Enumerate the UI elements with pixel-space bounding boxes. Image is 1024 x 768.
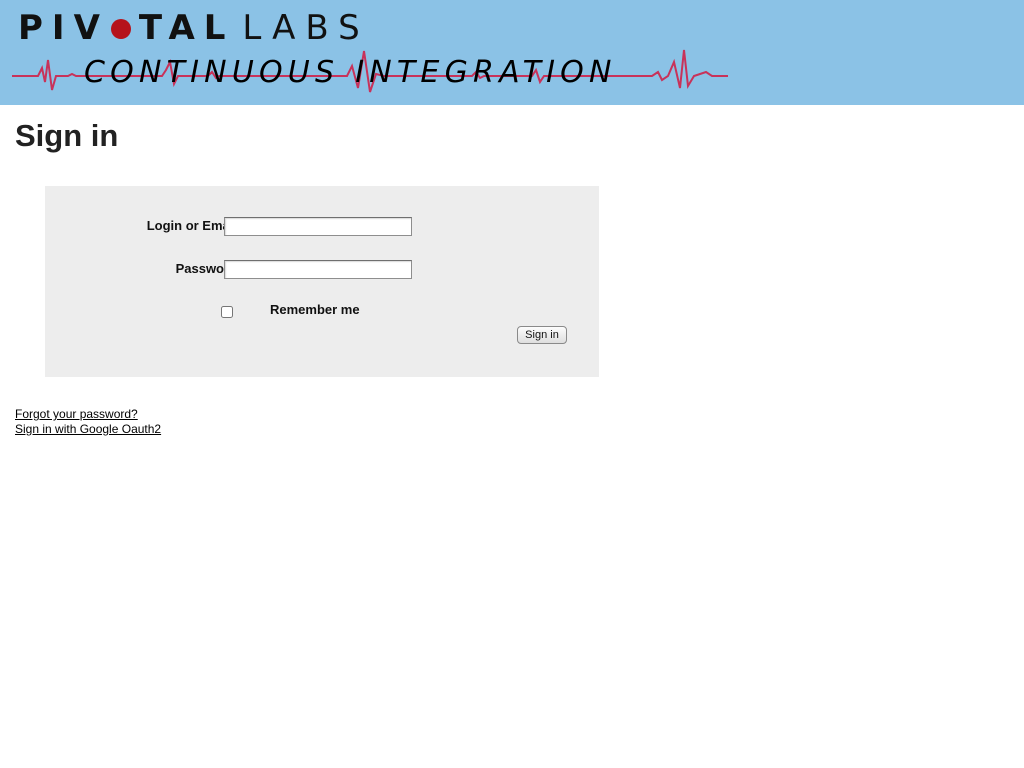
logo-dot-icon (110, 19, 131, 39)
remember-me-checkbox[interactable] (221, 306, 233, 318)
site-header: PIV TAL LABS CONTINUOUS INTEGRATION (0, 0, 1024, 105)
pivotal-labs-logo: PIV TAL LABS (18, 8, 370, 48)
remember-me-label: Remember me (270, 302, 360, 317)
password-label: Password (175, 261, 237, 276)
google-oauth-link[interactable]: Sign in with Google Oauth2 (15, 422, 161, 437)
login-label: Login or Email (146, 218, 237, 233)
continuous-integration-title: CONTINUOUS INTEGRATION (84, 55, 617, 90)
subtitle-word-continuous: CONTINUOUS (84, 55, 340, 90)
forgot-password-link[interactable]: Forgot your password? (15, 407, 161, 422)
logo-text-right: LABS (242, 8, 370, 48)
password-input[interactable] (224, 260, 412, 279)
page-title: Sign in (15, 118, 119, 153)
login-email-input[interactable] (224, 217, 412, 236)
logo-text-mid: TAL (138, 8, 235, 48)
subtitle-word-integration: INTEGRATION (355, 55, 617, 90)
auth-links: Forgot your password? Sign in with Googl… (15, 407, 161, 437)
sign-in-form: Login or Email Password Remember me Sign… (45, 186, 599, 377)
sign-in-button[interactable]: Sign in (517, 326, 567, 344)
logo-text-left: PIV (18, 8, 109, 48)
